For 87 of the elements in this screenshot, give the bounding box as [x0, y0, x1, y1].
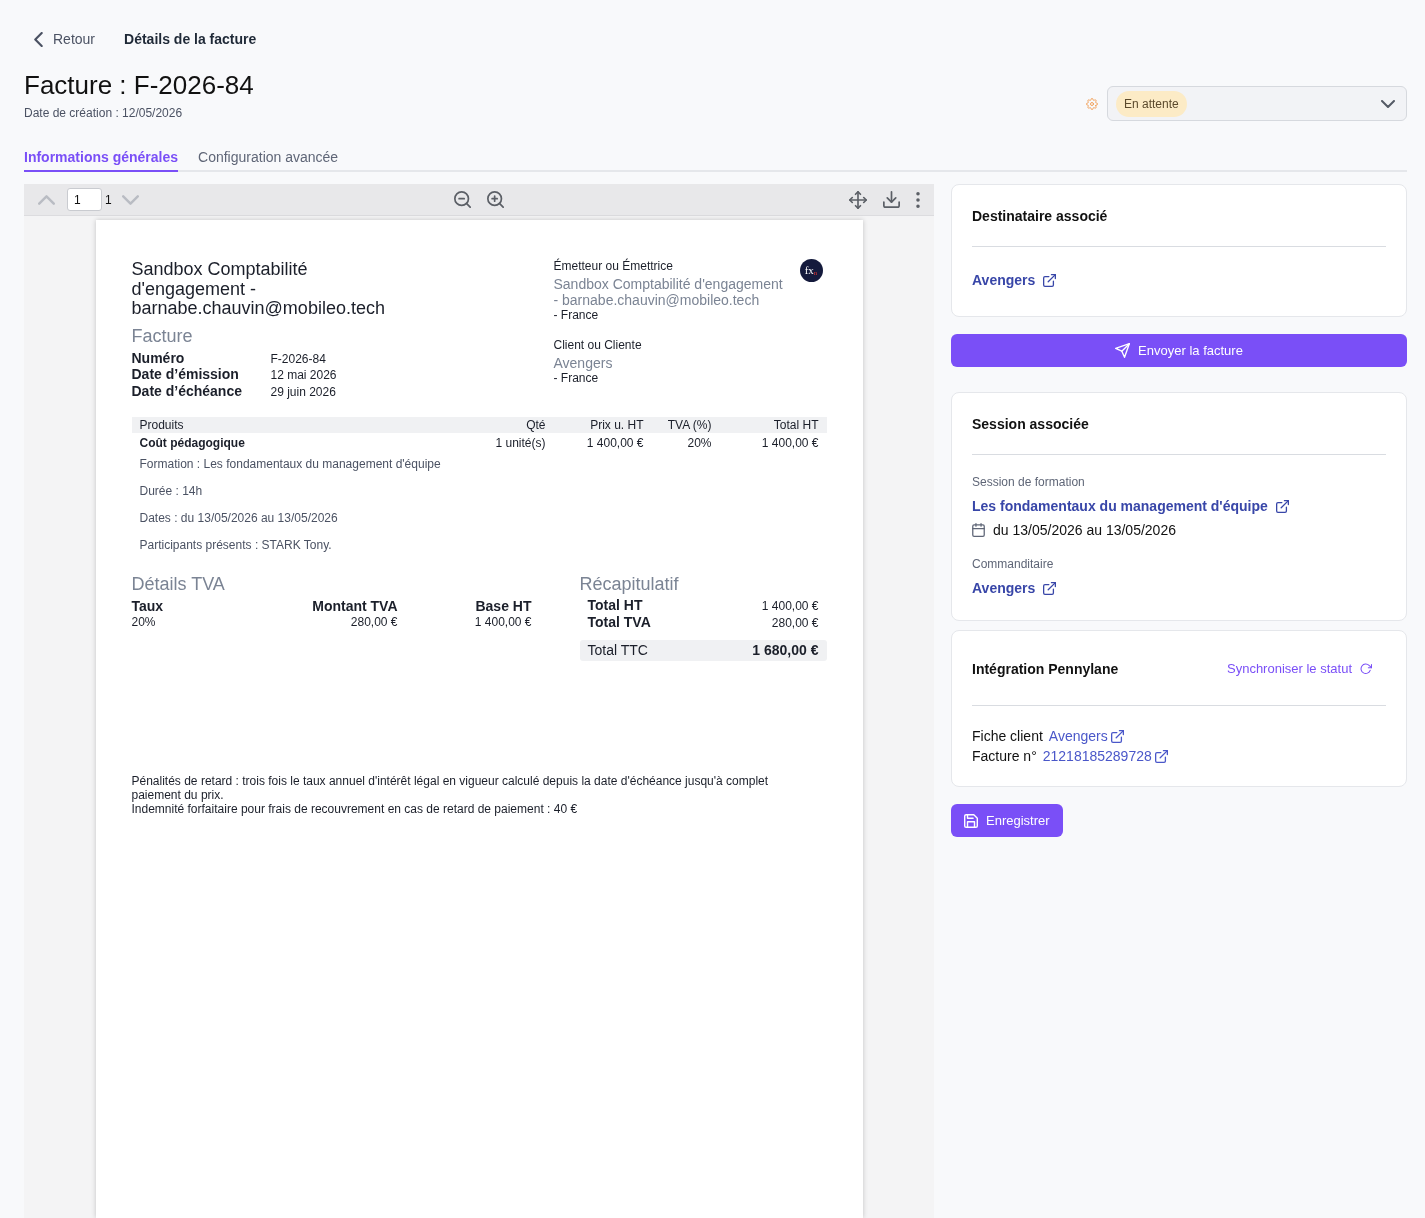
invoice-title: Facture : F-2026-84	[24, 70, 254, 100]
table-cell-text: 1 400,00 €	[473, 614, 532, 630]
party-country: - France	[553, 308, 600, 322]
card-title: Intégration Pennylane	[972, 660, 1119, 679]
column-header: Qté	[525, 417, 546, 433]
party-heading: Client ou Cliente	[553, 338, 643, 352]
company-name: Sandbox Comptabilité d'engagement - barnabe.chauvin@mobileo.tech	[131, 260, 386, 319]
zoom-out-icon[interactable]	[454, 191, 471, 208]
field-label: Facture n°	[972, 747, 1037, 766]
chevron-down-icon	[1381, 99, 1395, 108]
external-link-icon	[1154, 749, 1168, 763]
calendar-icon	[972, 523, 985, 537]
section-title: Détails TVA	[131, 573, 226, 595]
external-link-icon	[1043, 273, 1057, 287]
party-name: Avengers	[553, 355, 614, 371]
tab[interactable]: Configuration avancée	[198, 147, 339, 172]
creation-date: Date de création : 12/05/2026	[24, 105, 184, 121]
summary-value: 1 680,00 €	[752, 641, 819, 660]
legal-note: Indemnité forfaitaire pour frais de recouvrement en cas de retard de paiement : 40 €	[131, 802, 579, 816]
line-note: Dates : du 13/05/2026 au 13/05/2026	[138, 510, 339, 526]
card-title: Destinataire associé	[972, 207, 1109, 226]
field-label: Fiche client	[972, 727, 1043, 746]
detail-value: 12 mai 2026	[270, 368, 337, 384]
column-header: Base HT	[474, 598, 532, 614]
company-logo: fx$_{n}$	[799, 259, 823, 282]
document-title: Facture	[131, 324, 194, 347]
table-cell-text: Coût pédagogique	[139, 435, 246, 452]
download-icon[interactable]	[883, 191, 900, 208]
detail-value: F-2026-84	[270, 351, 327, 367]
summary-value: 1 400,00 €	[761, 598, 819, 614]
chevron-left-icon	[34, 31, 43, 47]
page-input[interactable]: 1	[67, 188, 102, 211]
column-header: Produits	[139, 417, 185, 433]
party-name: Sandbox Comptabilité d'engagement - barnabe.chauvin@mobileo.tech	[553, 276, 784, 308]
line-note: Durée : 14h	[138, 483, 204, 499]
table-cell-text: 20%	[131, 614, 157, 630]
save-button[interactable]: Enregistrer	[951, 804, 1063, 837]
summary-label: Total HT	[587, 597, 643, 613]
table-cell-text: 1 400,00 €	[760, 435, 819, 452]
detail-label: Date d’échéance	[131, 383, 243, 399]
table-cell-text: 1 unité(s)	[494, 435, 546, 452]
external-link-icon	[1110, 729, 1124, 743]
move-icon[interactable]	[849, 190, 867, 209]
detail-value: 29 juin 2026	[270, 384, 337, 400]
more-options-icon[interactable]	[916, 191, 920, 208]
summary-label: Total TVA	[587, 614, 651, 630]
party-country: - France	[553, 371, 600, 385]
party-heading: Émetteur ou Émettrice	[553, 259, 674, 273]
session-dates: du 13/05/2026 au 13/05/2026	[993, 521, 1176, 540]
summary-label: Total TTC	[587, 641, 648, 660]
sync-status-button[interactable]: Synchroniser le statut	[1213, 651, 1386, 687]
sponsor-link[interactable]: Avengers	[972, 578, 1057, 598]
column-header: Prix u. HT	[589, 417, 644, 433]
send-invoice-button[interactable]: Envoyer la facture	[951, 334, 1407, 367]
table-cell-text: 280,00 €	[349, 614, 398, 630]
detail-label: Numéro	[131, 350, 186, 366]
legal-note: Pénalités de retard : trois fois le taux annuel d'intérêt légal en vigueur calculé depuis la date d'échéance jusqu'à complet paiement du prix.	[131, 774, 770, 802]
field-label: Commanditaire	[972, 556, 1055, 572]
send-icon	[1115, 343, 1131, 358]
column-header: Total HT	[772, 417, 819, 433]
column-header: Montant TVA	[311, 598, 398, 614]
pennylane-link[interactable]: Avengers	[1048, 726, 1124, 746]
zoom-in-icon[interactable]	[487, 191, 504, 208]
line-note: Formation : Les fondamentaux du management d'équipe	[138, 456, 442, 472]
line-note: Participants présents : STARK Tony.	[138, 537, 333, 553]
recipient-link[interactable]: Avengers	[972, 270, 1057, 290]
page-heading: Détails de la facture	[124, 30, 257, 49]
table-cell-text: 1 400,00 €	[585, 435, 644, 452]
back-link[interactable]: Retour	[34, 28, 96, 50]
column-header: Taux	[131, 598, 165, 614]
status-select[interactable]: En attente	[1107, 86, 1407, 121]
section-title: Récapitulatif	[579, 573, 680, 595]
refresh-icon	[1360, 663, 1372, 675]
external-link-icon	[1043, 581, 1057, 595]
card-title: Session associée	[972, 415, 1090, 434]
column-header: TVA (%)	[666, 417, 712, 433]
tab[interactable]: Informations générales	[24, 147, 179, 172]
table-cell-text: 20%	[686, 435, 712, 452]
pennylane-link[interactable]: 21218185289728	[1042, 746, 1168, 766]
field-label: Session de formation	[972, 474, 1086, 490]
external-link-icon	[1275, 499, 1289, 513]
page-count: 1	[105, 191, 112, 209]
detail-label: Date d’émission	[131, 367, 240, 383]
summary-value: 280,00 €	[771, 615, 819, 631]
session-link[interactable]: Les fondamentaux du management d'équipe	[972, 496, 1289, 516]
gear-icon	[1086, 97, 1098, 110]
status-badge: En attente	[1116, 90, 1187, 117]
